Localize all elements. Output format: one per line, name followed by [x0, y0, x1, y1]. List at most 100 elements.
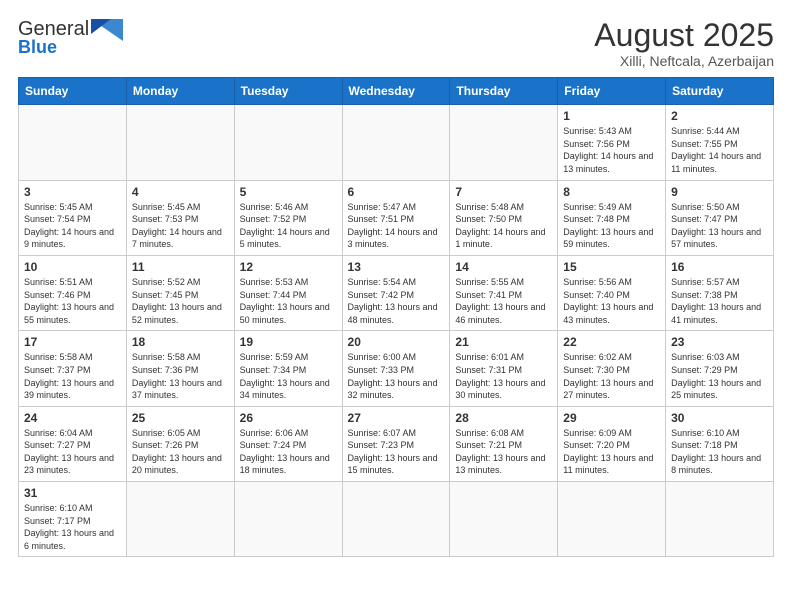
day-number: 11 [132, 260, 229, 274]
calendar-cell: 13Sunrise: 5:54 AM Sunset: 7:42 PM Dayli… [342, 255, 450, 330]
week-row-5: 31 Sunrise: 6:10 AM Sunset: 7:17 PM Dayli… [19, 482, 774, 557]
day-info: Sunrise: 5:47 AM Sunset: 7:51 PM Dayligh… [348, 201, 445, 251]
day-info: Sunrise: 5:45 AM Sunset: 7:54 PM Dayligh… [24, 201, 121, 251]
calendar-cell: 22 Sunrise: 6:02 AM Sunset: 7:30 PM Dayli… [558, 331, 666, 406]
week-row-1: 3 Sunrise: 5:45 AM Sunset: 7:54 PM Daylig… [19, 180, 774, 255]
calendar-cell: 8 Sunrise: 5:49 AM Sunset: 7:48 PM Daylig… [558, 180, 666, 255]
header-wednesday: Wednesday [342, 78, 450, 105]
day-number: 16 [671, 260, 768, 274]
logo: General Blue [18, 18, 123, 58]
day-number: 25 [132, 411, 229, 425]
header-saturday: Saturday [666, 78, 774, 105]
calendar-cell: 23Sunrise: 6:03 AM Sunset: 7:29 PM Dayli… [666, 331, 774, 406]
day-number: 23 [671, 335, 768, 349]
day-info: Sunrise: 6:06 AM Sunset: 7:24 PM Dayligh… [240, 427, 337, 477]
day-number: 29 [563, 411, 660, 425]
calendar-cell: 4Sunrise: 5:45 AM Sunset: 7:53 PM Daylig… [126, 180, 234, 255]
calendar-cell [666, 482, 774, 557]
calendar-cell: 2Sunrise: 5:44 AM Sunset: 7:55 PM Daylig… [666, 105, 774, 180]
week-row-0: 1Sunrise: 5:43 AM Sunset: 7:56 PM Daylig… [19, 105, 774, 180]
calendar-cell: 27 Sunrise: 6:07 AM Sunset: 7:23 PM Dayli… [342, 406, 450, 481]
day-number: 21 [455, 335, 552, 349]
day-info: Sunrise: 5:53 AM Sunset: 7:44 PM Dayligh… [240, 276, 337, 326]
calendar-cell: 5Sunrise: 5:46 AM Sunset: 7:52 PM Daylig… [234, 180, 342, 255]
calendar-cell: 12 Sunrise: 5:53 AM Sunset: 7:44 PM Dayli… [234, 255, 342, 330]
day-info: Sunrise: 5:56 AM Sunset: 7:40 PM Dayligh… [563, 276, 660, 326]
day-info: Sunrise: 6:02 AM Sunset: 7:30 PM Dayligh… [563, 351, 660, 401]
day-number: 14 [455, 260, 552, 274]
calendar-cell: 26 Sunrise: 6:06 AM Sunset: 7:24 PM Dayli… [234, 406, 342, 481]
calendar-cell: 31 Sunrise: 6:10 AM Sunset: 7:17 PM Dayli… [19, 482, 127, 557]
calendar-cell [450, 482, 558, 557]
day-number: 5 [240, 185, 337, 199]
day-number: 7 [455, 185, 552, 199]
day-info: Sunrise: 6:07 AM Sunset: 7:23 PM Dayligh… [348, 427, 445, 477]
day-number: 12 [240, 260, 337, 274]
calendar-cell: 21 Sunrise: 6:01 AM Sunset: 7:31 PM Dayli… [450, 331, 558, 406]
header-friday: Friday [558, 78, 666, 105]
day-number: 1 [563, 109, 660, 123]
day-number: 15 [563, 260, 660, 274]
calendar-cell: 10 Sunrise: 5:51 AM Sunset: 7:46 PM Dayli… [19, 255, 127, 330]
header-sunday: Sunday [19, 78, 127, 105]
calendar-cell: 6 Sunrise: 5:47 AM Sunset: 7:51 PM Daylig… [342, 180, 450, 255]
day-info: Sunrise: 6:01 AM Sunset: 7:31 PM Dayligh… [455, 351, 552, 401]
calendar-table: SundayMondayTuesdayWednesdayThursdayFrid… [18, 77, 774, 557]
calendar-cell: 20 Sunrise: 6:00 AM Sunset: 7:33 PM Dayli… [342, 331, 450, 406]
day-number: 19 [240, 335, 337, 349]
calendar-cell: 19 Sunrise: 5:59 AM Sunset: 7:34 PM Dayli… [234, 331, 342, 406]
day-number: 28 [455, 411, 552, 425]
day-number: 26 [240, 411, 337, 425]
day-info: Sunrise: 5:58 AM Sunset: 7:37 PM Dayligh… [24, 351, 121, 401]
week-row-3: 17 Sunrise: 5:58 AM Sunset: 7:37 PM Dayli… [19, 331, 774, 406]
day-number: 20 [348, 335, 445, 349]
day-number: 13 [348, 260, 445, 274]
day-number: 22 [563, 335, 660, 349]
day-number: 31 [24, 486, 121, 500]
day-number: 27 [348, 411, 445, 425]
day-info: Sunrise: 6:10 AM Sunset: 7:17 PM Dayligh… [24, 502, 121, 552]
calendar-cell: 16Sunrise: 5:57 AM Sunset: 7:38 PM Dayli… [666, 255, 774, 330]
header-tuesday: Tuesday [234, 78, 342, 105]
day-info: Sunrise: 5:49 AM Sunset: 7:48 PM Dayligh… [563, 201, 660, 251]
day-number: 18 [132, 335, 229, 349]
calendar-cell: 30Sunrise: 6:10 AM Sunset: 7:18 PM Dayli… [666, 406, 774, 481]
week-row-4: 24 Sunrise: 6:04 AM Sunset: 7:27 PM Dayli… [19, 406, 774, 481]
calendar-cell [450, 105, 558, 180]
day-number: 24 [24, 411, 121, 425]
day-number: 4 [132, 185, 229, 199]
calendar-cell: 29 Sunrise: 6:09 AM Sunset: 7:20 PM Dayli… [558, 406, 666, 481]
header-thursday: Thursday [450, 78, 558, 105]
calendar-cell [342, 482, 450, 557]
day-number: 10 [24, 260, 121, 274]
calendar-cell: 14 Sunrise: 5:55 AM Sunset: 7:41 PM Dayli… [450, 255, 558, 330]
week-row-2: 10 Sunrise: 5:51 AM Sunset: 7:46 PM Dayli… [19, 255, 774, 330]
day-info: Sunrise: 6:00 AM Sunset: 7:33 PM Dayligh… [348, 351, 445, 401]
calendar-cell [342, 105, 450, 180]
calendar-cell [234, 105, 342, 180]
calendar-cell: 3 Sunrise: 5:45 AM Sunset: 7:54 PM Daylig… [19, 180, 127, 255]
day-info: Sunrise: 6:10 AM Sunset: 7:18 PM Dayligh… [671, 427, 768, 477]
day-info: Sunrise: 6:05 AM Sunset: 7:26 PM Dayligh… [132, 427, 229, 477]
day-info: Sunrise: 5:51 AM Sunset: 7:46 PM Dayligh… [24, 276, 121, 326]
day-number: 3 [24, 185, 121, 199]
day-info: Sunrise: 6:04 AM Sunset: 7:27 PM Dayligh… [24, 427, 121, 477]
title-area: August 2025 Xilli, Neftcala, Azerbaijan [594, 18, 774, 69]
day-info: Sunrise: 6:09 AM Sunset: 7:20 PM Dayligh… [563, 427, 660, 477]
calendar-cell: 18Sunrise: 5:58 AM Sunset: 7:36 PM Dayli… [126, 331, 234, 406]
page-title: August 2025 [594, 18, 774, 53]
day-info: Sunrise: 5:55 AM Sunset: 7:41 PM Dayligh… [455, 276, 552, 326]
day-info: Sunrise: 6:08 AM Sunset: 7:21 PM Dayligh… [455, 427, 552, 477]
page-subtitle: Xilli, Neftcala, Azerbaijan [594, 53, 774, 69]
calendar-cell [19, 105, 127, 180]
day-number: 6 [348, 185, 445, 199]
calendar-cell: 15 Sunrise: 5:56 AM Sunset: 7:40 PM Dayli… [558, 255, 666, 330]
day-number: 17 [24, 335, 121, 349]
day-info: Sunrise: 5:59 AM Sunset: 7:34 PM Dayligh… [240, 351, 337, 401]
calendar-cell: 9Sunrise: 5:50 AM Sunset: 7:47 PM Daylig… [666, 180, 774, 255]
header-monday: Monday [126, 78, 234, 105]
header: General Blue August 2025 Xilli, Neftcala… [18, 18, 774, 69]
calendar-cell: 25 Sunrise: 6:05 AM Sunset: 7:26 PM Dayli… [126, 406, 234, 481]
calendar-cell: 11Sunrise: 5:52 AM Sunset: 7:45 PM Dayli… [126, 255, 234, 330]
day-number: 8 [563, 185, 660, 199]
